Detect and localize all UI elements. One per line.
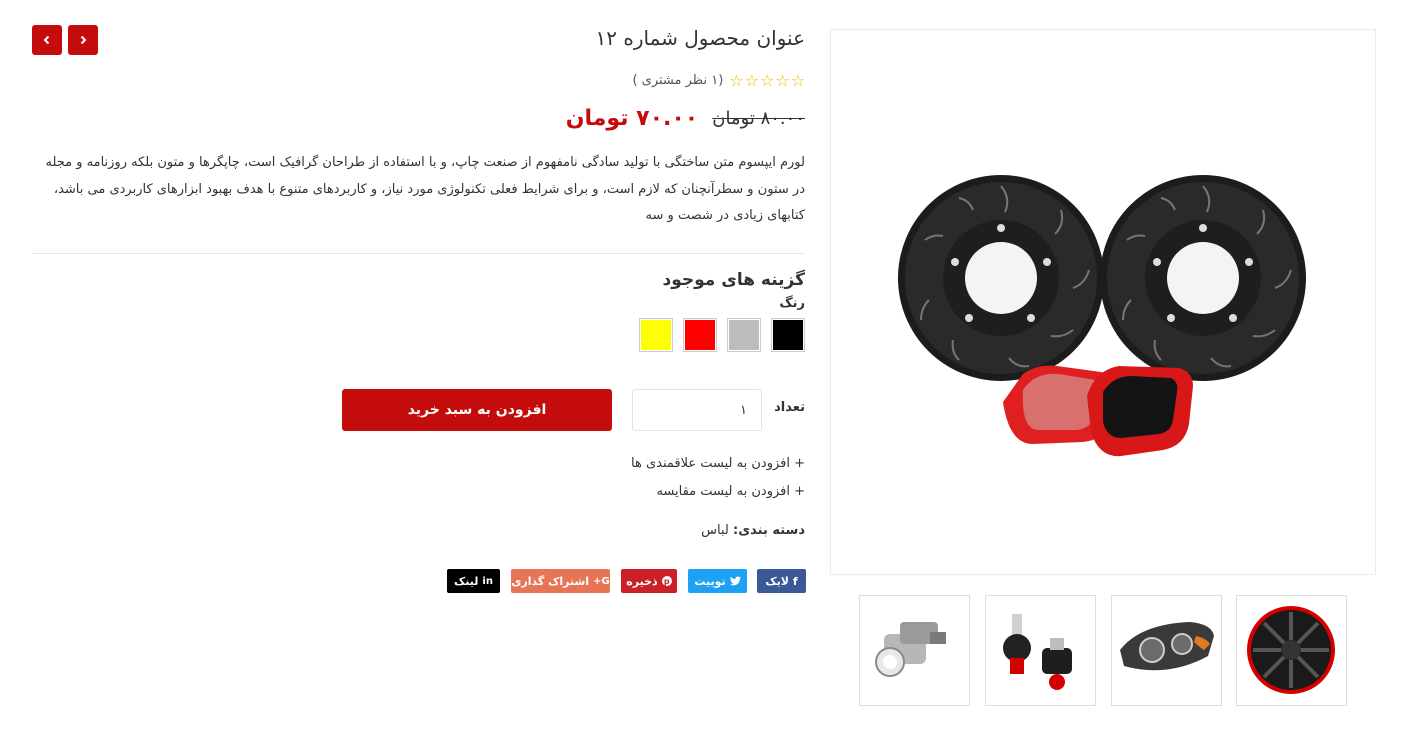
star-empty-icon: ☆ bbox=[759, 71, 775, 90]
pinterest-icon: p bbox=[661, 576, 672, 586]
star-empty-icon: ☆ bbox=[744, 71, 759, 90]
color-fill bbox=[773, 320, 803, 350]
headlight-bulb-image bbox=[875, 622, 946, 677]
product-title: عنوان محصول شماره ۱۲ bbox=[595, 26, 805, 50]
brake-kit-image bbox=[898, 175, 1306, 457]
color-fill bbox=[641, 320, 671, 350]
color-swatch-red[interactable] bbox=[683, 318, 717, 352]
color-fill bbox=[685, 320, 715, 350]
google-plus-icon: G+ bbox=[593, 575, 610, 587]
led-bulbs-image bbox=[1003, 614, 1072, 690]
product-rating: ☆ ☆ ☆ ☆ ☆ (۱ نظر مشتری ) bbox=[632, 71, 805, 90]
previous-product-button[interactable] bbox=[32, 25, 62, 55]
thumbnail-led-bulbs[interactable] bbox=[985, 595, 1096, 706]
sale-price: ۷۰.۰۰ تومان bbox=[565, 106, 699, 131]
wheel-cover-image bbox=[1247, 606, 1335, 694]
color-fill bbox=[729, 320, 759, 350]
linkedin-share-button[interactable]: in لینک bbox=[447, 569, 500, 593]
chevron-left-icon bbox=[43, 35, 50, 45]
thumbnail-headlight-bulb[interactable] bbox=[859, 595, 970, 706]
quantity-input[interactable] bbox=[632, 389, 762, 431]
color-swatch-black[interactable] bbox=[771, 318, 805, 352]
twitter-icon bbox=[729, 576, 741, 586]
category-value[interactable]: لباس bbox=[701, 523, 729, 538]
product-category: دسته بندی: لباس bbox=[701, 523, 805, 538]
linkedin-share-label: لینک bbox=[454, 574, 479, 588]
star-empty-icon: ☆ bbox=[790, 71, 805, 90]
options-title: گزینه های موجود bbox=[662, 270, 806, 290]
quantity-label: تعداد bbox=[774, 400, 805, 415]
google-plus-share-label: اشتراک گذاری bbox=[511, 574, 590, 588]
category-label: دسته بندی: bbox=[733, 523, 805, 538]
star-empty-icon: ☆ bbox=[775, 71, 790, 90]
product-description: لورم ایپسوم متن ساختگی با تولید سادگی نا… bbox=[45, 155, 805, 223]
color-swatch-gray[interactable] bbox=[727, 318, 761, 352]
linkedin-icon: in bbox=[482, 575, 493, 587]
old-price: ۸۰.۰۰ تومان bbox=[712, 108, 805, 129]
twitter-share-label: توییت bbox=[694, 574, 726, 588]
price-block: ۸۰.۰۰ تومان ۷۰.۰۰ تومان bbox=[566, 106, 805, 131]
rating-stars: ☆ ☆ ☆ ☆ ☆ bbox=[729, 71, 805, 90]
chevron-right-icon bbox=[80, 35, 87, 45]
add-to-wishlist-link[interactable]: + افزودن به لیست علاقمندی ها bbox=[631, 456, 805, 471]
add-to-cart-button[interactable]: افزودن به سبد خرید bbox=[342, 389, 612, 431]
headlamp-image bbox=[1120, 622, 1214, 671]
color-swatch-yellow[interactable] bbox=[639, 318, 673, 352]
thumbnail-headlamp[interactable] bbox=[1111, 595, 1222, 706]
color-option-label: رنگ bbox=[779, 296, 805, 311]
color-swatches bbox=[639, 318, 805, 352]
divider bbox=[32, 253, 805, 254]
review-count-link[interactable]: (۱ نظر مشتری ) bbox=[632, 73, 723, 88]
pinterest-share-button[interactable]: p ذخیره bbox=[621, 569, 677, 593]
thumbnail-wheel-cover[interactable] bbox=[1236, 595, 1347, 706]
facebook-share-label: لایک bbox=[765, 574, 789, 588]
pinterest-share-label: ذخیره bbox=[626, 574, 658, 588]
twitter-share-button[interactable]: توییت bbox=[688, 569, 747, 593]
facebook-icon: f bbox=[792, 574, 798, 588]
google-plus-share-button[interactable]: G+ اشتراک گذاری bbox=[511, 569, 610, 593]
star-empty-icon: ☆ bbox=[729, 71, 744, 90]
facebook-share-button[interactable]: f لایک bbox=[757, 569, 806, 593]
next-product-button[interactable] bbox=[68, 25, 98, 55]
add-to-compare-link[interactable]: + افزودن به لیست مقایسه bbox=[656, 484, 805, 499]
main-product-image[interactable] bbox=[830, 29, 1376, 575]
